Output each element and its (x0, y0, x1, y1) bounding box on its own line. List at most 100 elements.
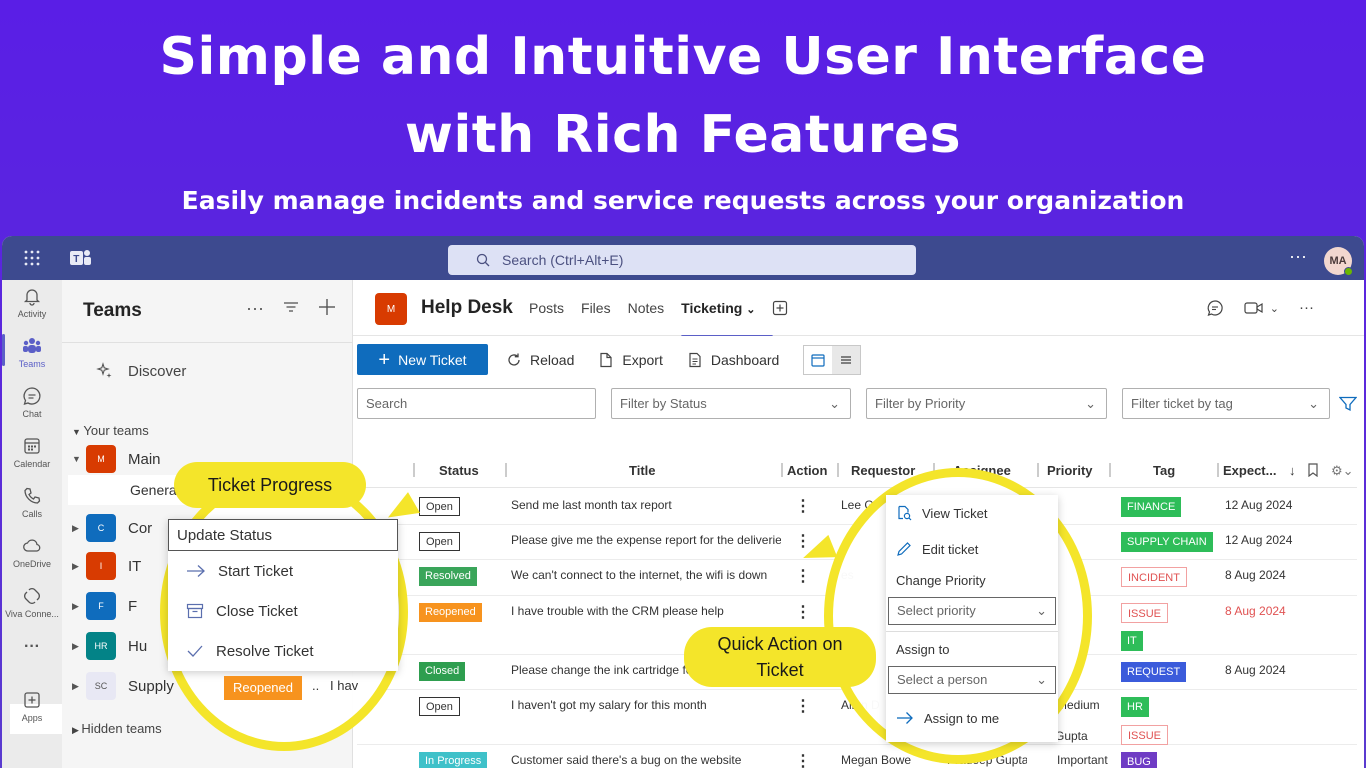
tag-badge[interactable]: INCIDENT (1121, 567, 1187, 587)
priority-filter-select[interactable]: Filter by Priority ⌄ (866, 388, 1107, 419)
team-item-f[interactable]: ▶ F F (72, 592, 137, 620)
rail-item-viva[interactable]: Viva Conne... (2, 586, 62, 619)
team-item-supply[interactable]: ▶ SC Supply (72, 672, 174, 700)
team-item-main[interactable]: ▼ M Main (72, 445, 161, 473)
tag-badge[interactable]: FINANCE (1121, 497, 1182, 517)
new-ticket-button[interactable]: + New Ticket (357, 344, 488, 375)
divider (62, 342, 352, 343)
discover-link[interactable]: Discover (96, 362, 186, 380)
status-badge[interactable]: Reopened (419, 603, 482, 622)
tag-badge[interactable]: SUPPLY CHAIN (1121, 532, 1213, 552)
kebab-menu-icon[interactable]: ⋮ (795, 696, 811, 716)
person-select[interactable]: Select a person ⌄ (888, 666, 1056, 694)
status-badge[interactable]: Resolved (419, 567, 477, 586)
status-badge[interactable]: Open (419, 532, 460, 551)
rail-item-apps[interactable]: Apps (2, 690, 62, 723)
chat-icon[interactable] (1206, 299, 1224, 317)
filter-icon[interactable] (282, 298, 300, 316)
edit-ticket-label: Edit ticket (922, 541, 979, 557)
hero-title-line1: Simple and Intuitive User Interface (159, 27, 1207, 87)
channel-title: Help Desk (421, 297, 513, 318)
status-filter-select[interactable]: Filter by Status ⌄ (611, 388, 851, 419)
calendar-icon (24, 438, 40, 454)
ticket-title: Customer said there's a bug on the websi… (511, 753, 742, 767)
tab-posts[interactable]: Posts (529, 300, 564, 319)
column-title[interactable]: Title (629, 463, 656, 478)
add-icon[interactable] (318, 298, 336, 316)
bookmark-icon[interactable] (1307, 463, 1319, 480)
chat-icon (23, 387, 41, 405)
more-options-icon[interactable]: ··· (1289, 246, 1307, 267)
rail-item-chat[interactable]: Chat (2, 386, 62, 419)
kebab-menu-icon[interactable]: ⋮ (795, 496, 811, 516)
rail-label: Calls (21, 509, 42, 519)
update-status-header[interactable]: Update Status (168, 519, 398, 551)
column-tag[interactable]: Tag (1153, 463, 1175, 478)
kebab-menu-icon[interactable]: ⋮ (795, 751, 811, 768)
reload-button[interactable]: Reload (506, 352, 574, 368)
chevron-down-icon: ⌄ (1036, 672, 1047, 687)
list-view-icon[interactable] (832, 345, 861, 374)
column-priority[interactable]: Priority (1047, 463, 1093, 478)
app-launcher-icon[interactable] (24, 250, 42, 268)
hero-title-line2: with Rich Features (404, 105, 962, 165)
more-options-icon[interactable]: ··· (1299, 299, 1314, 317)
tag-badge[interactable]: HR (1121, 697, 1149, 717)
team-item-hu[interactable]: ▶ HR Hu (72, 632, 147, 660)
dashboard-button[interactable]: Dashboard (687, 352, 779, 368)
edit-ticket-menu-item[interactable]: Edit ticket (886, 531, 1058, 567)
status-badge[interactable]: Reopened (224, 676, 302, 700)
search-input[interactable]: Search (Ctrl+Alt+E) (448, 245, 916, 275)
rail-item-more[interactable]: ··· (2, 638, 62, 656)
resolve-ticket-menu-item[interactable]: Resolve Ticket (168, 631, 398, 671)
status-badge[interactable]: Closed (419, 662, 466, 681)
status-badge[interactable]: Open (419, 697, 460, 716)
funnel-icon[interactable] (1339, 396, 1357, 412)
your-teams-header[interactable]: ▼ Your teams (72, 423, 149, 438)
hidden-teams-header[interactable]: ▶ Hidden teams (72, 721, 162, 736)
arrow-right-icon (187, 565, 205, 577)
assign-to-me-menu-item[interactable]: Assign to me (886, 700, 1058, 736)
column-settings-icon[interactable]: ⚙⌄ (1331, 463, 1354, 479)
status-badge[interactable]: Open (419, 497, 460, 516)
avatar[interactable]: MA (1324, 247, 1353, 276)
column-status[interactable]: Status (439, 463, 479, 478)
close-ticket-menu-item[interactable]: Close Ticket (168, 591, 398, 631)
rail-item-activity[interactable]: Activity (2, 286, 62, 319)
rail-item-calls[interactable]: Calls (2, 486, 62, 519)
calendar-view-icon[interactable] (804, 346, 832, 374)
tab-notes[interactable]: Notes (628, 300, 665, 319)
column-requestor[interactable]: Requestor (851, 463, 915, 478)
tag-badge[interactable]: IT (1121, 631, 1143, 651)
tab-files[interactable]: Files (581, 300, 611, 319)
team-avatar: SC (86, 672, 116, 700)
rail-item-calendar[interactable]: Calendar (2, 436, 62, 469)
tab-ticketing[interactable]: Ticketing ⌄ (681, 300, 774, 338)
status-badge[interactable]: In Progress (419, 752, 488, 768)
more-options-icon[interactable]: ··· (246, 298, 264, 319)
view-ticket-menu-item[interactable]: View Ticket (886, 495, 1058, 531)
tag-filter-label: Filter ticket by tag (1131, 396, 1233, 411)
tag-badge[interactable]: ISSUE (1121, 603, 1169, 623)
team-item-cor[interactable]: ▶ C Cor (72, 514, 152, 542)
video-call-icon[interactable]: ⌄ (1244, 299, 1279, 317)
header-actions: ⌄ ··· (1206, 299, 1314, 317)
column-action[interactable]: Action (787, 463, 827, 478)
sort-down-icon[interactable]: ↓ (1289, 463, 1296, 478)
team-item-it[interactable]: ▶ I IT (72, 552, 141, 580)
tag-badge[interactable]: ISSUE (1121, 725, 1169, 745)
table-row[interactable]: In Progress Customer said there's a bug o… (357, 745, 1357, 768)
ticket-search-input[interactable]: Search (357, 388, 596, 419)
rail-item-onedrive[interactable]: OneDrive (2, 536, 62, 569)
tag-badge[interactable]: BUG (1121, 752, 1157, 768)
tag-filter-select[interactable]: Filter ticket by tag ⌄ (1122, 388, 1330, 419)
kebab-menu-icon[interactable]: ⋮ (795, 602, 811, 622)
add-tab-icon[interactable] (772, 300, 788, 319)
tag-badge[interactable]: REQUEST (1121, 662, 1187, 682)
rail-item-teams[interactable]: Teams (2, 336, 62, 369)
kebab-menu-icon[interactable]: ⋮ (795, 566, 811, 586)
column-expected[interactable]: Expect... (1223, 463, 1276, 478)
export-button[interactable]: Export (598, 352, 663, 368)
start-ticket-menu-item[interactable]: Start Ticket (168, 551, 398, 591)
priority-select[interactable]: Select priority ⌄ (888, 597, 1056, 625)
